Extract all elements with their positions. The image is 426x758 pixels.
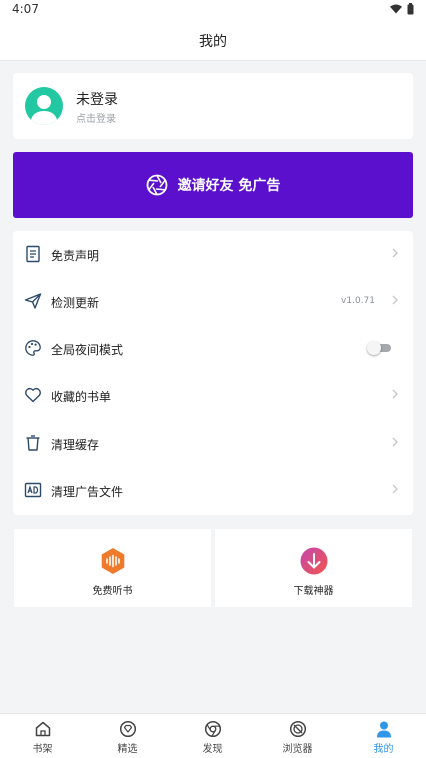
menu-label-clear-cache: 清理缓存 [51, 438, 100, 452]
paper-plane-icon [24, 293, 42, 309]
menu-item-check-update[interactable]: 检测更新 v1.0.71 [13, 278, 413, 325]
status-icons [390, 3, 414, 15]
trash-icon [26, 435, 40, 451]
nav-label-mine: 我的 [373, 744, 394, 755]
chevron-right-icon [392, 389, 398, 399]
nav-label-bookshelf: 书架 [32, 744, 53, 755]
bottom-navigation: 书架 精选 发现 浏览器 我的 [0, 713, 426, 758]
tile-label-audiobook: 免费听书 [92, 586, 133, 597]
tile-label-downloader: 下载神器 [293, 586, 334, 597]
ad-icon [24, 482, 42, 498]
menu-label-check-update: 检测更新 [51, 296, 100, 310]
diamond-badge-icon [119, 720, 136, 738]
menu-item-favorites[interactable]: 收藏的书单 [13, 372, 413, 419]
palette-icon [25, 340, 41, 356]
menu-label-night-mode: 全局夜间模式 [51, 343, 124, 357]
nav-label-discover: 发现 [202, 744, 223, 755]
menu-label-favorites: 收藏的书单 [51, 390, 112, 404]
home-icon [35, 721, 50, 737]
menu-label-clear-ads: 清理广告文件 [51, 485, 124, 499]
page-title: 我的 [199, 34, 227, 50]
heart-icon [25, 387, 41, 403]
user-avatar-icon [30, 95, 58, 125]
menu-item-clear-cache[interactable]: 清理缓存 [13, 420, 413, 467]
profile-card[interactable]: 未登录 点击登录 [13, 73, 413, 139]
compass-icon [204, 720, 221, 738]
aperture-icon [146, 174, 167, 196]
audiobook-hexagon-icon [101, 548, 124, 574]
document-icon [26, 245, 40, 263]
night-mode-toggle[interactable] [367, 341, 391, 355]
version-text: v1.0.71 [341, 296, 375, 306]
app-bar: 我的 [0, 20, 426, 61]
wifi-icon [390, 4, 402, 14]
free-audiobook-tile[interactable]: 免费听书 [14, 529, 211, 607]
nav-bookshelf[interactable]: 书架 [0, 714, 85, 758]
nav-browser[interactable]: 浏览器 [255, 714, 340, 758]
nav-label-featured: 精选 [117, 744, 138, 755]
person-icon [376, 721, 391, 738]
menu-item-night-mode[interactable]: 全局夜间模式 [13, 325, 413, 372]
toggle-knob [367, 341, 381, 355]
login-prompt[interactable]: 点击登录 [76, 110, 116, 125]
chevron-right-icon [392, 295, 398, 305]
menu-item-disclaimer[interactable]: 免责声明 [13, 231, 413, 278]
profile-name: 未登录 [76, 92, 118, 108]
menu-label-disclaimer: 免责声明 [51, 249, 100, 263]
status-bar: 4:07 [0, 0, 426, 20]
settings-menu: 免责声明 检测更新 v1.0.71 全局夜间模式 收藏的书单 清理缓存 清理广告… [13, 231, 413, 515]
status-time: 4:07 [12, 2, 39, 16]
chevron-right-icon [392, 437, 398, 447]
chevron-right-icon [392, 248, 398, 258]
browser-swirl-icon [289, 720, 306, 738]
menu-item-clear-ads[interactable]: 清理广告文件 [13, 467, 413, 514]
chevron-right-icon [392, 484, 398, 494]
nav-mine[interactable]: 我的 [341, 714, 426, 758]
nav-discover[interactable]: 发现 [170, 714, 255, 758]
downloader-tile[interactable]: 下载神器 [215, 529, 412, 607]
avatar[interactable] [25, 87, 63, 125]
download-icon [300, 547, 327, 575]
invite-label: 邀请好友 免广告 [177, 178, 281, 194]
nav-label-browser: 浏览器 [282, 744, 313, 755]
invite-friends-banner[interactable]: 邀请好友 免广告 [13, 152, 413, 218]
battery-icon [407, 3, 414, 15]
nav-featured[interactable]: 精选 [85, 714, 170, 758]
